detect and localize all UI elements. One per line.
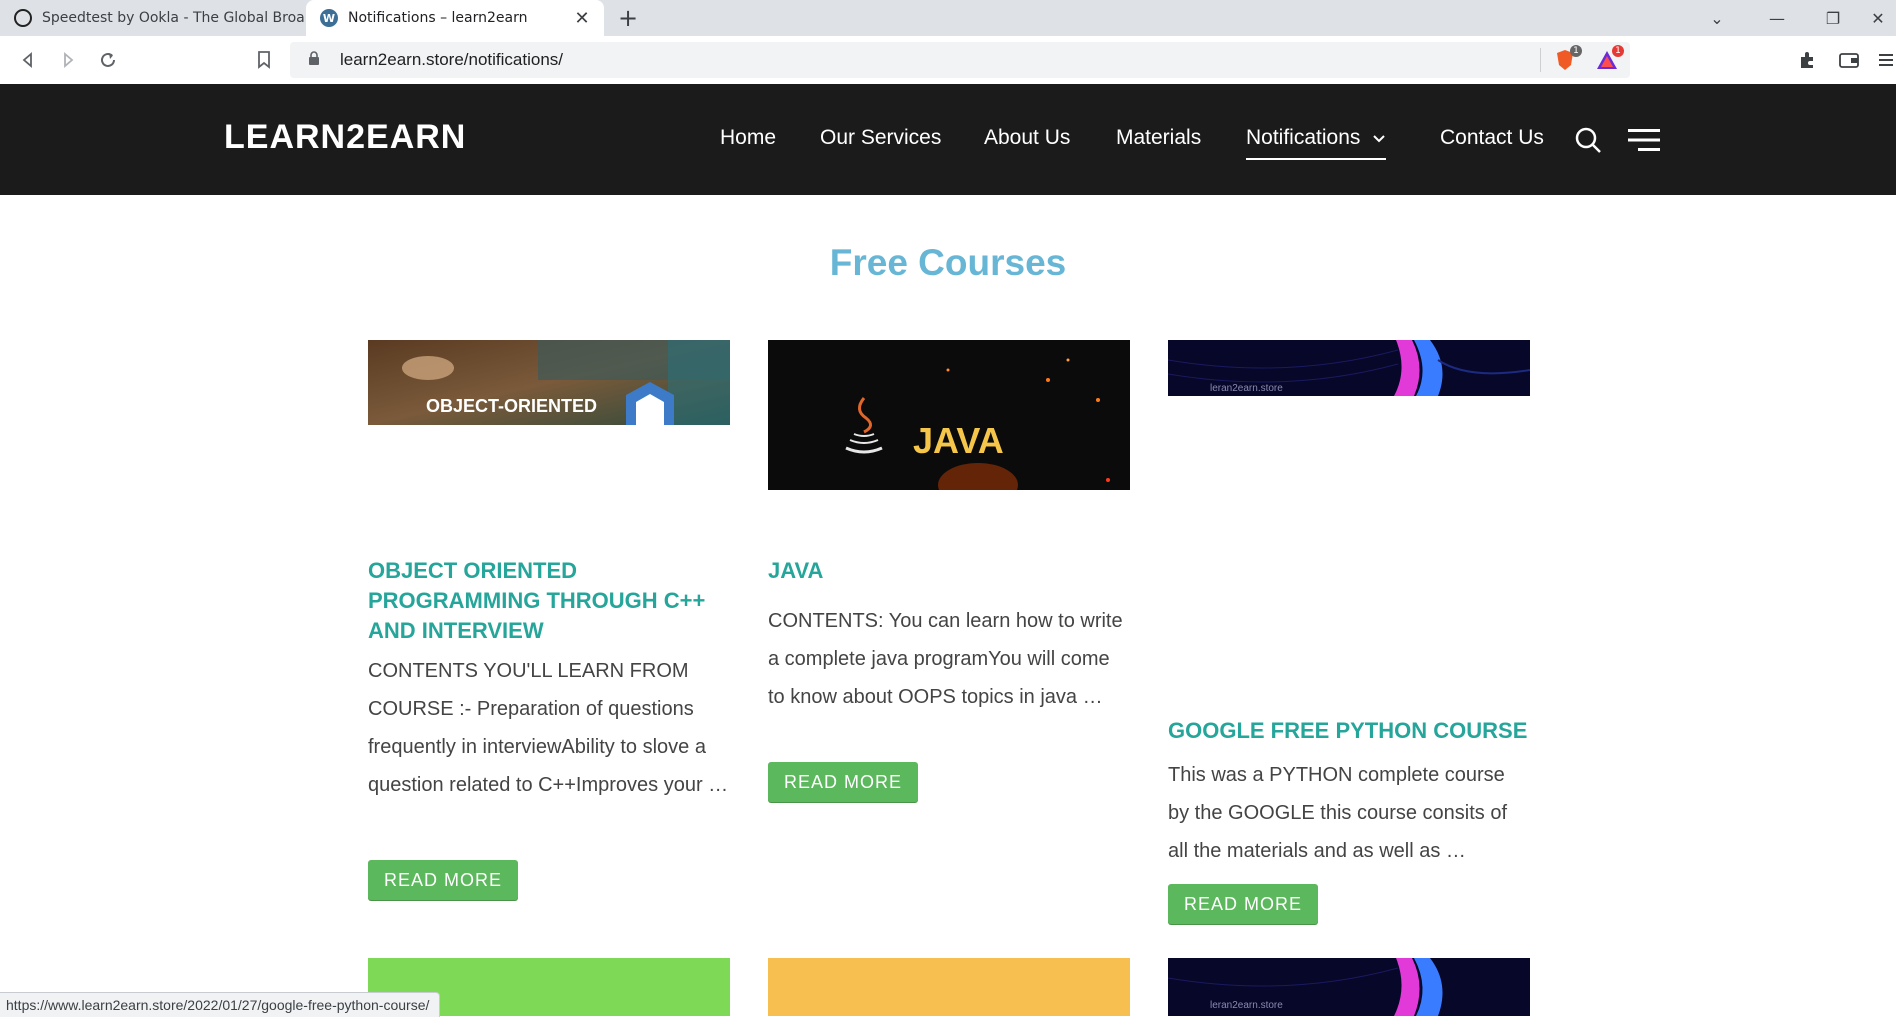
extensions-icon[interactable]: [1792, 45, 1822, 75]
tab-title: Notifications – learn2earn: [348, 10, 528, 26]
browser-toolbar: 1 1: [0, 36, 1896, 85]
tab-title: Speedtest by Ookla - The Global Broadban…: [42, 10, 305, 26]
close-tab-icon[interactable]: ✕: [570, 8, 594, 29]
search-icon[interactable]: [1574, 126, 1602, 154]
course-card-java: JAVA JAVA CONTENTS: You can learn how to…: [768, 340, 1130, 810]
main-navigation: Home Our Services About Us Materials Not…: [0, 84, 1896, 195]
thumbnail-text: leran2earn.store: [1210, 1000, 1283, 1011]
course-thumbnail-java[interactable]: JAVA: [768, 340, 1130, 490]
back-icon[interactable]: [14, 46, 42, 74]
course-thumbnail-row2-3[interactable]: leran2earn.store: [1168, 958, 1530, 1016]
course-excerpt: CONTENTS YOU'LL LEARN FROM COURSE :- Pre…: [368, 660, 729, 796]
bookmark-icon[interactable]: [250, 46, 278, 74]
chevron-down-icon: [1368, 131, 1386, 147]
tab-notifications[interactable]: W Notifications – learn2earn ✕: [306, 0, 604, 36]
wallet-icon[interactable]: [1834, 45, 1864, 75]
lock-icon: [308, 51, 322, 69]
course-title[interactable]: JAVA: [768, 556, 1130, 586]
read-more-button[interactable]: READ MORE: [1168, 884, 1319, 924]
reload-icon[interactable]: [94, 46, 122, 74]
course-thumbnail-row2-2[interactable]: [768, 958, 1130, 1016]
course-excerpt: This was a PYTHON complete course by the…: [1168, 764, 1508, 862]
site-header: LEARN2EARN Home Our Services About Us Ma…: [0, 84, 1896, 195]
course-title[interactable]: GOOGLE FREE PYTHON COURSE: [1168, 716, 1530, 746]
thumbnail-text: JAVA: [913, 420, 1004, 461]
nav-notifications[interactable]: Notifications: [1246, 126, 1387, 160]
read-more-button[interactable]: READ MORE: [368, 860, 519, 900]
close-window-button[interactable]: ✕: [1860, 0, 1896, 36]
nav-notifications-label: Notifications: [1246, 126, 1361, 149]
wordpress-icon: W: [320, 9, 338, 27]
course-title[interactable]: OBJECT ORIENTED PROGRAMMING THROUGH C++ …: [368, 556, 730, 646]
menu-icon[interactable]: [1876, 45, 1896, 75]
page-title: Free Courses: [829, 242, 1067, 283]
omnibox-divider: [1540, 48, 1541, 72]
address-bar[interactable]: [290, 42, 1630, 78]
read-more-button[interactable]: READ MORE: [768, 762, 919, 802]
thumbnail-text: OBJECT-ORIENTED: [426, 396, 597, 416]
tab-speedtest[interactable]: Speedtest by Ookla - The Global Broadban…: [0, 0, 305, 36]
tab-search-chevron-icon[interactable]: ⌄: [1694, 0, 1740, 36]
url-input[interactable]: [338, 49, 1342, 71]
nav-home[interactable]: Home: [720, 126, 776, 150]
course-card-python: leran2earn.store GOOGLE FREE PYTHON COUR…: [1168, 340, 1530, 930]
speedtest-icon: [14, 9, 32, 27]
browser-tab-bar: Speedtest by Ookla - The Global Broadban…: [0, 0, 1896, 36]
course-thumbnail-oop[interactable]: OBJECT-ORIENTED: [368, 340, 730, 425]
new-tab-button[interactable]: +: [614, 4, 642, 32]
minimize-button[interactable]: —: [1754, 0, 1800, 36]
nav-materials[interactable]: Materials: [1116, 126, 1201, 150]
thumbnail-text: leran2earn.store: [1210, 383, 1283, 394]
shields-badge: 1: [1570, 45, 1582, 57]
brave-shields-icon[interactable]: 1: [1550, 45, 1582, 75]
forward-icon[interactable]: [54, 46, 82, 74]
course-excerpt: CONTENTS: You can learn how to write a c…: [768, 610, 1123, 708]
brave-rewards-icon[interactable]: 1: [1592, 45, 1624, 75]
hamburger-menu-icon[interactable]: [1628, 128, 1660, 152]
rewards-badge: 1: [1612, 45, 1624, 57]
course-thumbnail-python[interactable]: leran2earn.store: [1168, 340, 1530, 396]
link-status-bar: https://www.learn2earn.store/2022/01/27/…: [0, 992, 441, 1017]
course-card-oop: OBJECT-ORIENTED OBJECT ORIENTED PROGRAMM…: [368, 340, 730, 900]
nav-contact-us[interactable]: Contact Us: [1440, 126, 1544, 150]
restore-button[interactable]: ❐: [1810, 0, 1856, 36]
nav-about-us[interactable]: About Us: [984, 126, 1070, 150]
nav-our-services[interactable]: Our Services: [820, 126, 941, 150]
